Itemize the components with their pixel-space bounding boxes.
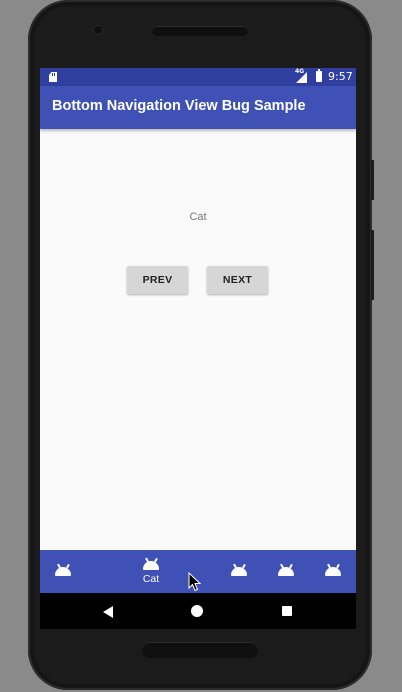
android-icon	[55, 567, 71, 576]
android-icon	[143, 561, 159, 570]
bottom-nav-item-3[interactable]	[219, 550, 259, 593]
front-camera	[94, 26, 102, 34]
content-label: Cat	[189, 211, 207, 223]
android-icon	[278, 567, 294, 576]
battery-icon	[316, 69, 322, 82]
status-time: 9:57	[328, 70, 353, 83]
bottom-nav-item-4[interactable]	[266, 550, 306, 593]
recents-icon[interactable]	[282, 606, 292, 616]
bottom-nav-item-1[interactable]	[43, 550, 83, 593]
earpiece-speaker	[152, 26, 248, 36]
back-icon[interactable]	[103, 606, 113, 618]
next-button[interactable]: NEXT	[207, 266, 268, 294]
volume-button	[371, 160, 374, 200]
bottom-nav-item-cat[interactable]: Cat	[131, 550, 171, 593]
bottom-speaker	[142, 642, 258, 658]
bottom-nav-item-5[interactable]	[313, 550, 353, 593]
network-type-label: 4G	[295, 68, 305, 75]
device-screen: 4G 9:57 Bottom Navigation View Bug Sampl…	[40, 68, 356, 629]
home-icon[interactable]	[191, 605, 203, 617]
system-navigation-bar	[40, 593, 356, 629]
power-button	[371, 230, 374, 300]
app-bar: Bottom Navigation View Bug Sample	[40, 86, 356, 129]
prev-button[interactable]: PREV	[127, 266, 188, 294]
android-icon	[231, 567, 247, 576]
android-icon	[325, 567, 341, 576]
app-title: Bottom Navigation View Bug Sample	[52, 98, 306, 114]
bottom-nav-label: Cat	[142, 573, 160, 585]
sd-card-icon	[49, 72, 57, 82]
status-bar: 4G 9:57	[40, 68, 356, 86]
mouse-cursor-icon	[188, 572, 202, 592]
